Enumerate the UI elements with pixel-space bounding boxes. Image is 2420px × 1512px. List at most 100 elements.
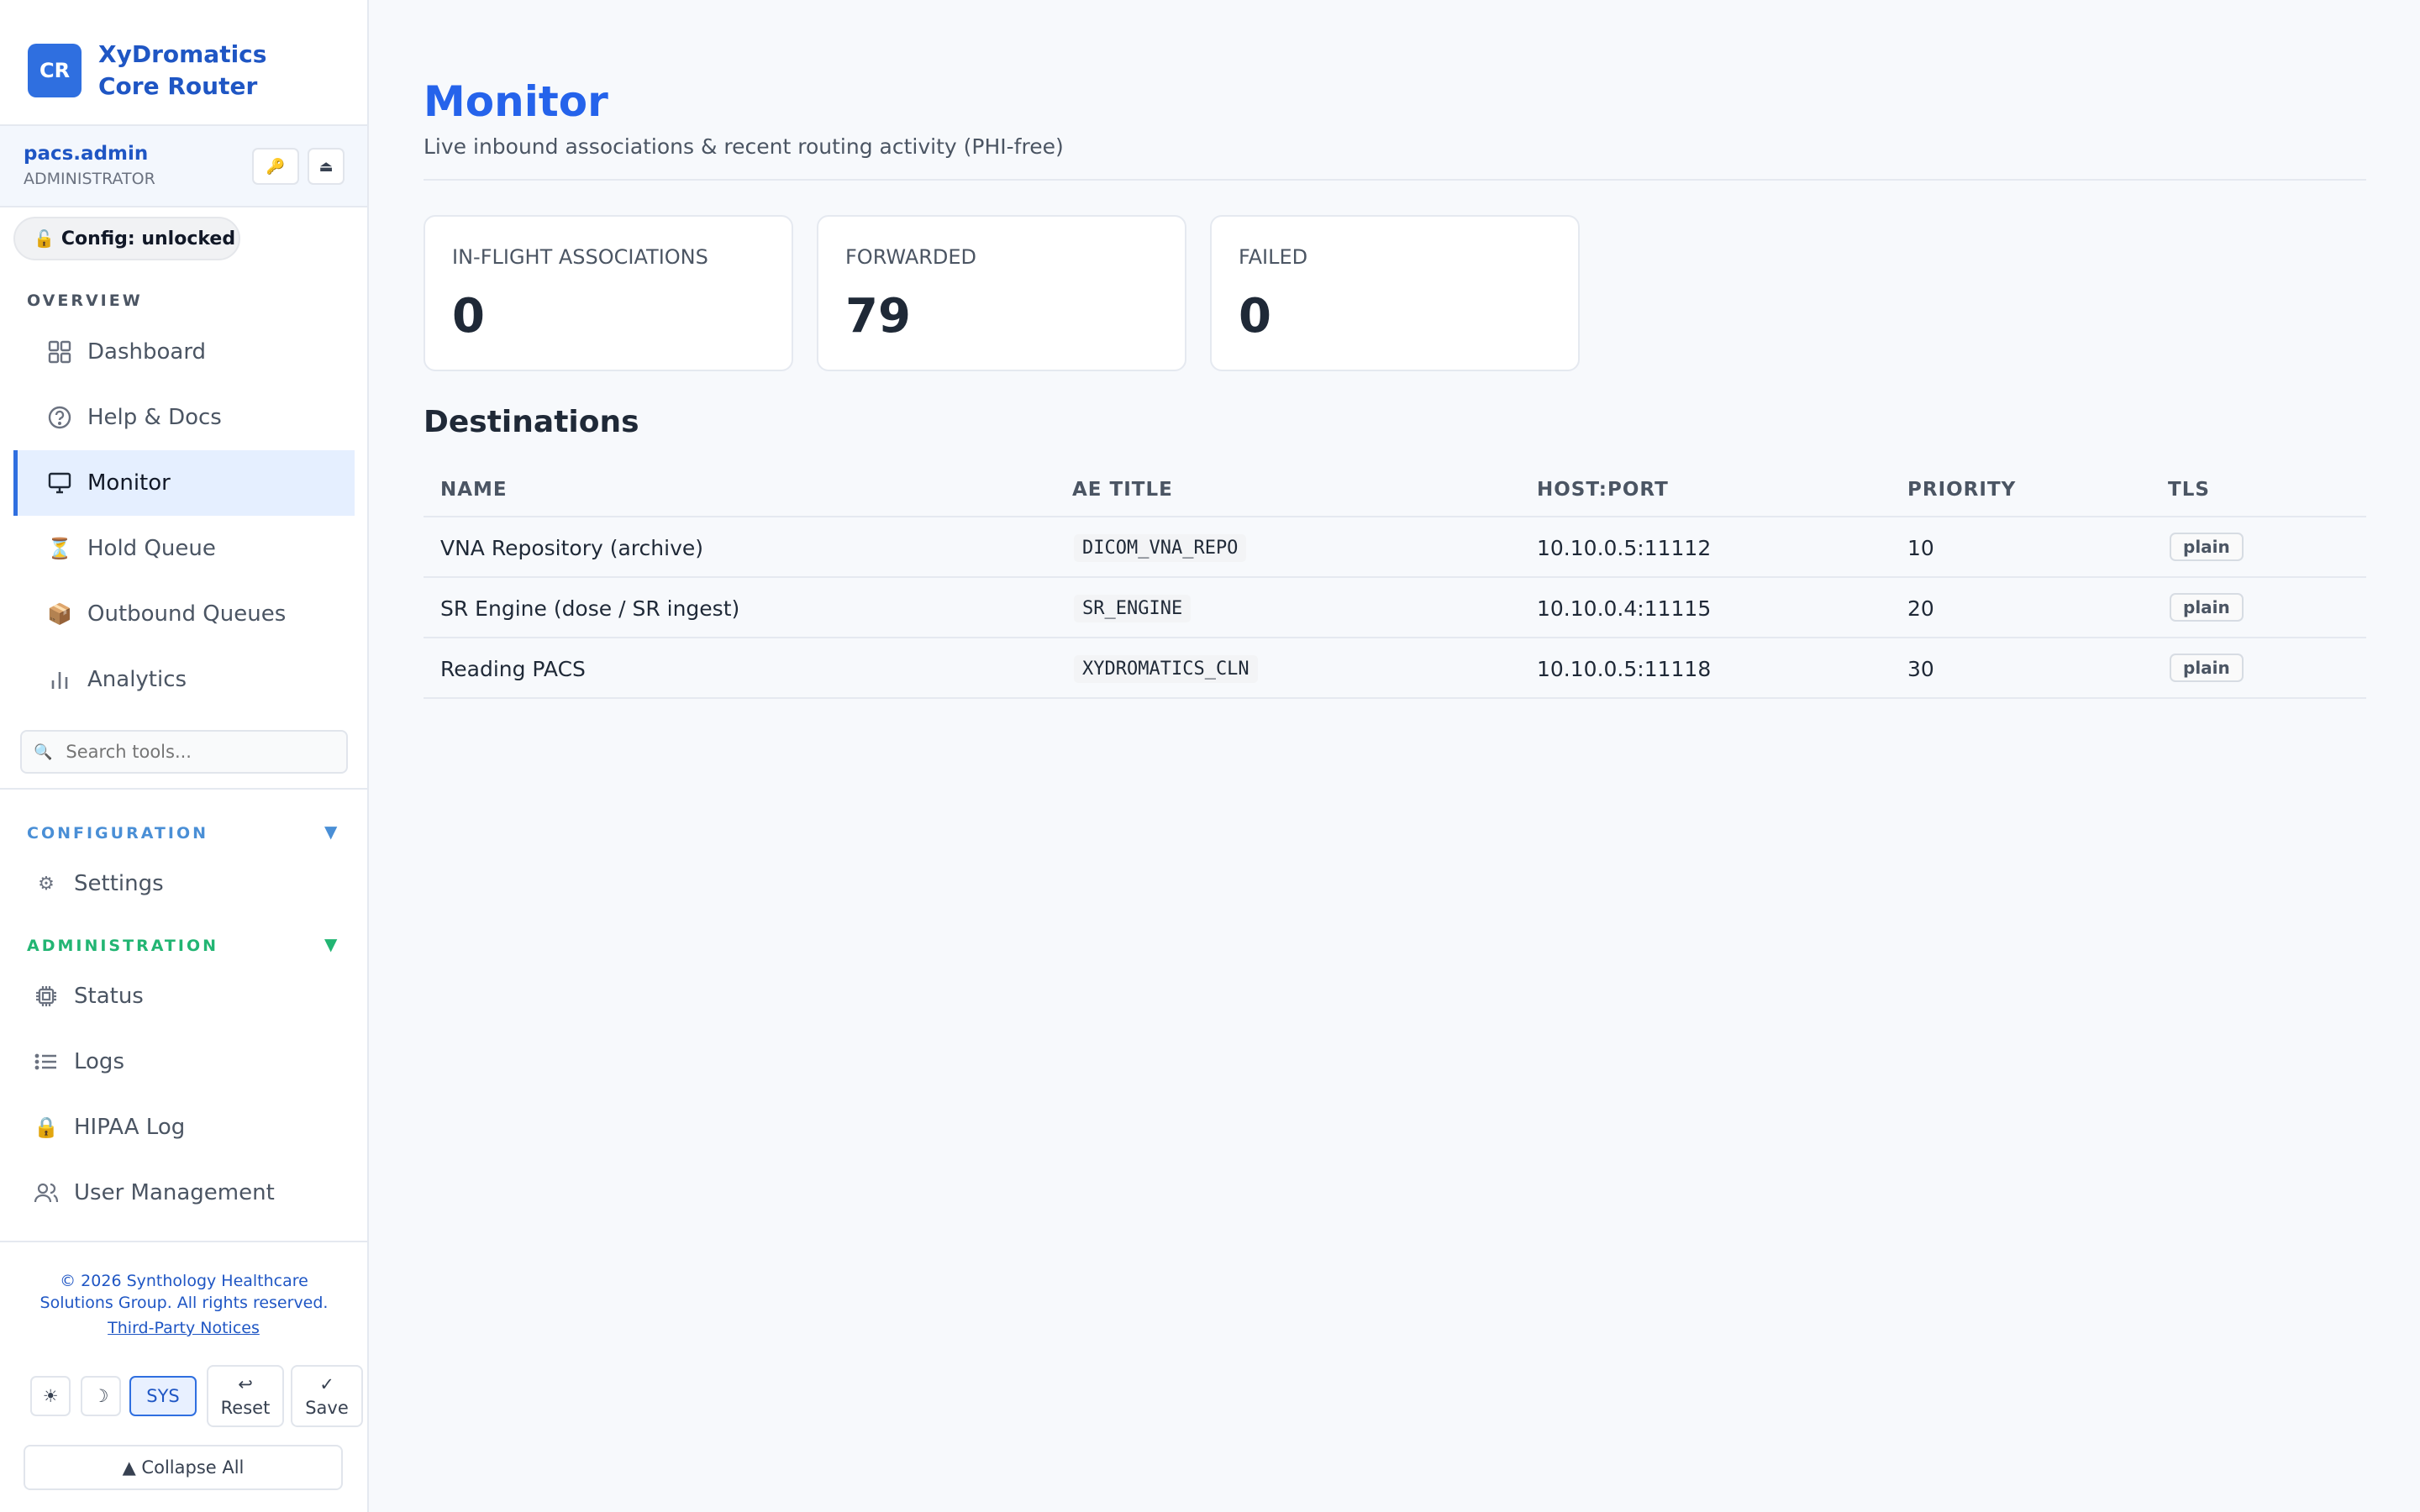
- search-tools[interactable]: 🔍: [20, 730, 348, 774]
- package-icon: 📦: [47, 602, 72, 626]
- cell-name: SR Engine (dose / SR ingest): [440, 596, 740, 621]
- configuration-collapse-toggle[interactable]: ▼: [324, 822, 337, 842]
- cell-ae-title: SR_ENGINE: [1074, 595, 1192, 622]
- nav-outbound-queues[interactable]: 📦 Outbound Queues: [13, 581, 355, 647]
- unlock-icon: 🔓: [34, 228, 55, 249]
- user-name: pacs.admin: [24, 143, 149, 165]
- table-row[interactable]: SR Engine (dose / SR ingest) SR_ENGINE 1…: [424, 578, 2366, 638]
- nav-label: Settings: [74, 871, 164, 896]
- reset-button[interactable]: ↩ Reset: [207, 1365, 284, 1427]
- cell-ae-title: XYDROMATICS_CLN: [1074, 655, 1258, 683]
- cell-name: Reading PACS: [440, 657, 586, 681]
- key-icon: 🔑: [266, 157, 286, 176]
- brand-name: XyDromatics Core Router: [98, 39, 266, 102]
- moon-icon: ☽: [92, 1386, 109, 1406]
- cell-name: VNA Repository (archive): [440, 536, 704, 560]
- table-row[interactable]: VNA Repository (archive) DICOM_VNA_REPO …: [424, 517, 2366, 578]
- divider: [0, 206, 367, 207]
- stat-card-forwarded: FORWARDED 79: [817, 215, 1186, 371]
- user-role: ADMINISTRATOR: [24, 170, 155, 188]
- stat-value: 0: [452, 289, 485, 344]
- column-header-name[interactable]: NAME: [440, 479, 508, 501]
- stat-value: 0: [1239, 289, 1271, 344]
- nav-analytics[interactable]: Analytics: [13, 647, 355, 712]
- stat-label: IN-FLIGHT ASSOCIATIONS: [452, 245, 708, 269]
- nav-label: Outbound Queues: [87, 601, 287, 627]
- tls-badge: plain: [2170, 593, 2244, 622]
- nav-logs[interactable]: Logs: [13, 1029, 355, 1095]
- divider: [0, 1241, 367, 1242]
- nav-help[interactable]: Help & Docs: [13, 385, 355, 450]
- stat-value: 79: [845, 289, 911, 344]
- nav-dashboard[interactable]: Dashboard: [13, 319, 355, 385]
- sidebar: CR XyDromatics Core Router pacs.admin AD…: [0, 0, 369, 1512]
- destinations-title: Destinations: [424, 405, 639, 439]
- theme-light-button[interactable]: ☀: [30, 1376, 71, 1416]
- section-configuration: CONFIGURATION: [27, 824, 209, 843]
- column-header-tls[interactable]: TLS: [2168, 479, 2210, 501]
- administration-collapse-toggle[interactable]: ▼: [324, 934, 337, 954]
- nav-label: HIPAA Log: [74, 1115, 186, 1140]
- list-icon: [30, 1046, 62, 1078]
- lock-icon: 🔒: [34, 1116, 59, 1139]
- brand-line-2: Core Router: [98, 72, 258, 100]
- nav-label: Hold Queue: [87, 536, 216, 561]
- nav-hold-queue[interactable]: ⏳ Hold Queue: [13, 516, 355, 581]
- theme-dark-button[interactable]: ☽: [81, 1376, 121, 1416]
- config-lock-toggle[interactable]: 🔓 Config: unlocked: [13, 217, 240, 260]
- nav-user-management[interactable]: User Management: [13, 1160, 355, 1226]
- change-password-button[interactable]: 🔑: [252, 148, 299, 185]
- column-header-host-port[interactable]: HOST:PORT: [1537, 479, 1669, 501]
- collapse-all-button[interactable]: ▲ Collapse All: [24, 1445, 343, 1490]
- page-subtitle: Live inbound associations & recent routi…: [424, 134, 1064, 159]
- nav-label: Help & Docs: [87, 405, 222, 430]
- monitor-icon: [44, 467, 76, 499]
- copyright: © 2026 Synthology Healthcare Solutions G…: [39, 1272, 329, 1312]
- cell-host-port: 10.10.0.4:11115: [1537, 596, 1712, 621]
- config-lock-label: Config: unlocked: [60, 228, 236, 249]
- reset-label: Reset: [220, 1398, 271, 1418]
- undo-icon: ↩: [238, 1374, 253, 1394]
- table-header: NAME AE TITLE HOST:PORT PRIORITY TLS: [424, 462, 2366, 517]
- brand-logo: CR: [28, 44, 82, 97]
- eject-icon: ⏏: [318, 157, 334, 176]
- nav-label: Analytics: [87, 667, 187, 692]
- logout-button[interactable]: ⏏: [308, 148, 345, 185]
- gear-icon: ⚙: [38, 873, 55, 895]
- hourglass-icon: ⏳: [47, 537, 72, 560]
- nav-status[interactable]: Status: [13, 963, 355, 1029]
- table-row[interactable]: Reading PACS XYDROMATICS_CLN 10.10.0.5:1…: [424, 638, 2366, 699]
- search-input[interactable]: [66, 742, 335, 762]
- check-icon: ✓: [319, 1374, 334, 1394]
- column-header-ae-title[interactable]: AE TITLE: [1072, 479, 1173, 501]
- nav-settings[interactable]: ⚙ Settings: [13, 851, 355, 916]
- brand[interactable]: CR XyDromatics Core Router: [28, 39, 266, 102]
- nav-label: Dashboard: [87, 339, 207, 365]
- tls-badge: plain: [2170, 654, 2244, 682]
- cpu-icon: [30, 980, 62, 1012]
- cell-host-port: 10.10.0.5:11118: [1537, 657, 1712, 681]
- nav-hipaa-log[interactable]: 🔒 HIPAA Log: [13, 1095, 355, 1160]
- save-button[interactable]: ✓ Save: [291, 1365, 363, 1427]
- theme-system-button[interactable]: SYS: [129, 1376, 197, 1416]
- cell-priority: 20: [1907, 596, 1934, 621]
- page-title: Monitor: [424, 77, 608, 126]
- stat-card-failed: FAILED 0: [1210, 215, 1580, 371]
- sun-icon: ☀: [42, 1386, 59, 1406]
- nav-monitor[interactable]: Monitor: [13, 450, 355, 516]
- divider: [0, 788, 367, 790]
- bar-chart-icon: [44, 664, 76, 696]
- nav-label: Monitor: [87, 470, 171, 496]
- third-party-notices-link[interactable]: Third-Party Notices: [0, 1319, 367, 1337]
- section-administration: ADMINISTRATION: [27, 937, 219, 955]
- nav-label: Logs: [74, 1049, 124, 1074]
- stat-label: FORWARDED: [845, 245, 977, 269]
- divider: [424, 179, 2366, 181]
- stat-card-in-flight: IN-FLIGHT ASSOCIATIONS 0: [424, 215, 793, 371]
- cell-priority: 10: [1907, 536, 1934, 560]
- section-overview: OVERVIEW: [27, 291, 143, 310]
- column-header-priority[interactable]: PRIORITY: [1907, 479, 2016, 501]
- search-icon: 🔍: [34, 743, 53, 761]
- cell-ae-title: DICOM_VNA_REPO: [1074, 534, 1247, 562]
- nav-label: Status: [74, 984, 144, 1009]
